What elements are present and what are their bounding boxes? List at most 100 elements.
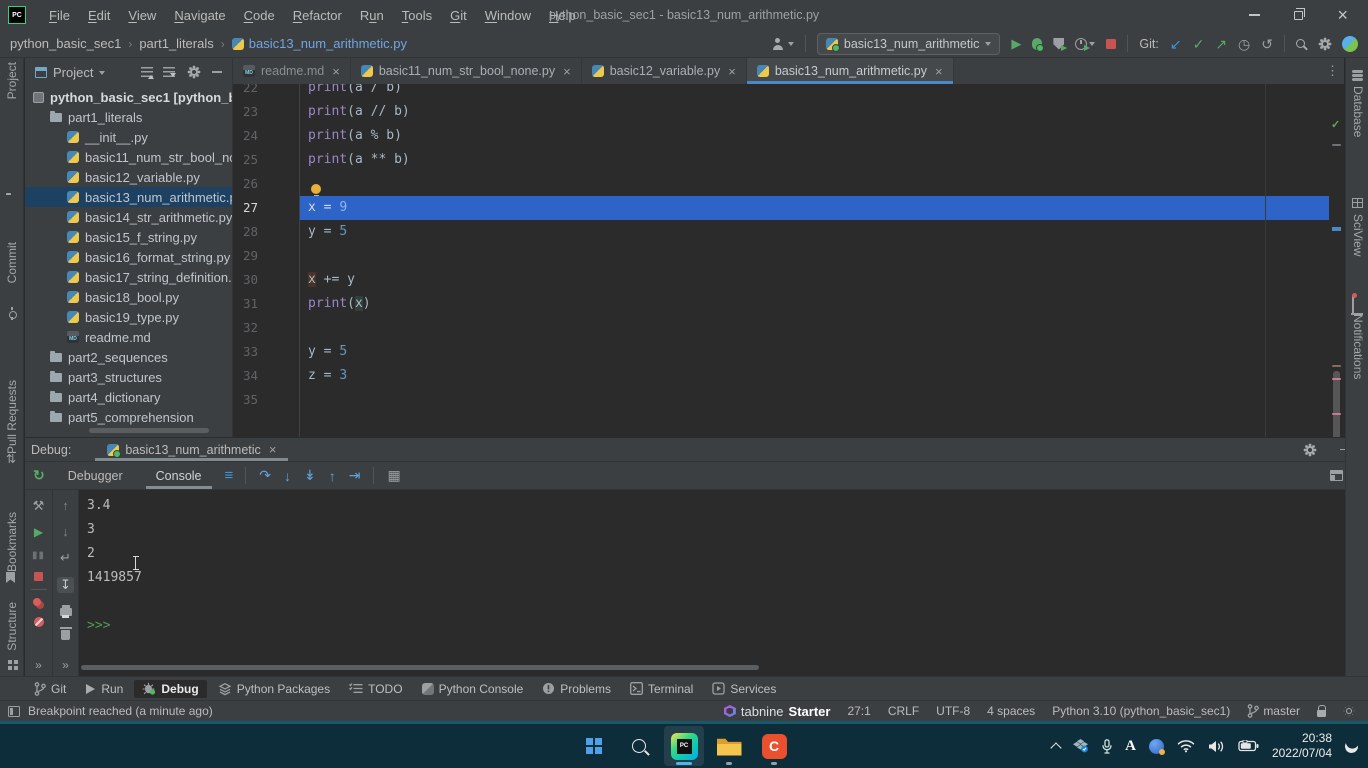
menu-git[interactable]: Git (441, 8, 476, 23)
tree-item[interactable]: part5_comprehension (25, 407, 232, 427)
line-number[interactable]: 29 (233, 244, 299, 268)
tray-overflow-chevron-icon[interactable] (1050, 742, 1061, 753)
pull-request-icon[interactable]: ⇅ (6, 452, 16, 466)
debug-console[interactable]: 3.4321419857 >>> (79, 490, 1368, 676)
inspections-ok-icon[interactable]: ✓ (1331, 118, 1340, 131)
breadcrumb-item[interactable]: basic13_num_arithmetic.py (232, 36, 407, 51)
project-horizontal-scrollbar[interactable] (89, 428, 209, 433)
line-number[interactable]: 25 (233, 148, 299, 172)
notifications-bell-icon[interactable] (1352, 295, 1354, 313)
up-stack-icon[interactable]: ↑ (62, 498, 69, 513)
tree-item[interactable]: basic15_f_string.py (25, 227, 232, 247)
battery-icon[interactable] (1238, 740, 1259, 752)
line-number[interactable]: 26 (233, 172, 299, 196)
sciview-icon[interactable] (1352, 198, 1363, 208)
code-text[interactable]: x += y (299, 268, 1329, 292)
menu-navigate[interactable]: Navigate (165, 8, 234, 23)
microphone-icon[interactable] (1102, 739, 1112, 754)
editor-tab[interactable]: basic13_num_arithmetic.py× (747, 58, 954, 84)
reader-mode-gear-icon[interactable] (1343, 706, 1354, 717)
tree-item[interactable]: part2_sequences (25, 347, 232, 367)
line-number[interactable]: 27 (233, 196, 299, 220)
editor-tab[interactable]: basic12_variable.py× (582, 58, 747, 84)
wifi-icon[interactable] (1177, 739, 1195, 753)
code-text[interactable]: y = 5 (299, 340, 1329, 364)
tree-item[interactable]: basic12_variable.py (25, 167, 232, 187)
menu-tools[interactable]: Tools (393, 8, 441, 23)
more-actions-icon[interactable]: » (62, 658, 69, 672)
toolwindow-button-python-packages[interactable]: Python Packages (210, 680, 338, 698)
rollback-icon[interactable]: ↺ (1261, 37, 1273, 51)
run-button[interactable]: ▶ (1011, 36, 1021, 52)
database-icon[interactable] (1352, 70, 1363, 73)
debug-button[interactable] (1032, 38, 1042, 50)
code-text[interactable]: print(x) (299, 292, 1329, 316)
structure-icon[interactable] (8, 660, 12, 664)
code-with-me-button[interactable] (772, 38, 794, 50)
search-everywhere-icon[interactable] (1296, 39, 1305, 48)
layout-settings-icon[interactable] (1330, 470, 1343, 481)
taskbar-camtasia-button[interactable]: C (754, 726, 794, 766)
taskbar-pycharm-button[interactable]: PC (664, 726, 704, 766)
python-interpreter[interactable]: Python 3.10 (python_basic_sec1) (1052, 704, 1230, 718)
bookmark-icon[interactable] (6, 572, 15, 583)
code-text[interactable]: z = 3 (299, 364, 1329, 388)
focus-assist-moon-icon[interactable] (1344, 738, 1360, 754)
tab-close-icon[interactable]: × (728, 64, 736, 79)
maximize-icon[interactable] (1294, 11, 1303, 20)
view-breakpoints-icon[interactable] (33, 598, 41, 606)
git-branch-widget[interactable]: master (1247, 704, 1300, 718)
tabnine-icon[interactable] (1342, 36, 1358, 52)
tree-item[interactable]: basic17_string_definition.py (25, 267, 232, 287)
line-number[interactable]: 28 (233, 220, 299, 244)
lock-icon[interactable] (1317, 710, 1326, 717)
project-panel-title[interactable]: Project (53, 65, 93, 80)
menu-run[interactable]: Run (351, 8, 393, 23)
run-with-coverage-button[interactable] (1053, 38, 1064, 50)
menu-window[interactable]: Window (476, 8, 540, 23)
scroll-to-end-icon[interactable]: ↧ (57, 577, 74, 593)
toolwindow-button-debug[interactable]: Debug (134, 680, 206, 698)
line-number[interactable]: 22 (233, 84, 299, 100)
start-button[interactable] (574, 726, 614, 766)
toolwindow-button-problems[interactable]: Problems (534, 680, 619, 698)
line-number[interactable]: 35 (233, 388, 299, 412)
toolwindow-button-services[interactable]: Services (704, 680, 784, 698)
editor-scrollbar[interactable] (1333, 371, 1340, 437)
step-out-icon[interactable]: ↑ (329, 468, 336, 484)
mute-breakpoints-icon[interactable] (34, 617, 44, 627)
history-icon[interactable]: ◷ (1238, 37, 1250, 51)
console-prompt[interactable]: >>> (87, 614, 1368, 638)
code-text[interactable]: print(a // b) (299, 100, 1329, 124)
step-over-icon[interactable]: ↷ (259, 467, 271, 484)
line-ending[interactable]: CRLF (888, 704, 919, 718)
print-icon[interactable] (60, 608, 72, 616)
editor-tab[interactable]: readme.md× (233, 58, 351, 84)
sync-app-icon[interactable] (1073, 739, 1089, 753)
tree-item[interactable]: readme.md (25, 327, 232, 347)
more-actions-icon[interactable]: » (35, 658, 42, 672)
volume-icon[interactable] (1208, 740, 1225, 753)
profiler-button[interactable] (1075, 38, 1095, 50)
settings-gear-icon[interactable] (1318, 37, 1331, 50)
tool-window-toggle-icon[interactable] (8, 706, 20, 717)
tree-item[interactable]: part1_literals (25, 107, 232, 127)
sidebar-item-project[interactable]: Project (5, 62, 19, 99)
code-text[interactable] (299, 388, 1329, 412)
layout-options-icon[interactable]: ≡ (225, 467, 233, 484)
run-configuration-select[interactable]: basic13_num_arithmetic (817, 33, 1001, 55)
run-to-cursor-icon[interactable]: ⇥ (349, 467, 361, 484)
code-text[interactable]: x = 9 (299, 196, 1329, 220)
line-number[interactable]: 32 (233, 316, 299, 340)
tabnine-status[interactable]: tabnine Starter (724, 704, 831, 719)
line-number[interactable]: 31 (233, 292, 299, 316)
taskbar-clock[interactable]: 20:38 2022/07/04 (1272, 731, 1332, 761)
status-message[interactable]: Breakpoint reached (a minute ago) (28, 704, 213, 718)
sidebar-item-notifications[interactable]: Notifications (1351, 314, 1365, 379)
debug-session-tab[interactable]: basic13_num_arithmetic × (95, 438, 288, 461)
code-text[interactable]: print(a % b) (299, 124, 1329, 148)
sidebar-item-database[interactable]: Database (1351, 86, 1365, 137)
tree-item[interactable]: basic11_num_str_bool_none.py (25, 147, 232, 167)
code-text[interactable]: y = 5 (299, 220, 1329, 244)
code-text[interactable]: print(a ** b) (299, 148, 1329, 172)
